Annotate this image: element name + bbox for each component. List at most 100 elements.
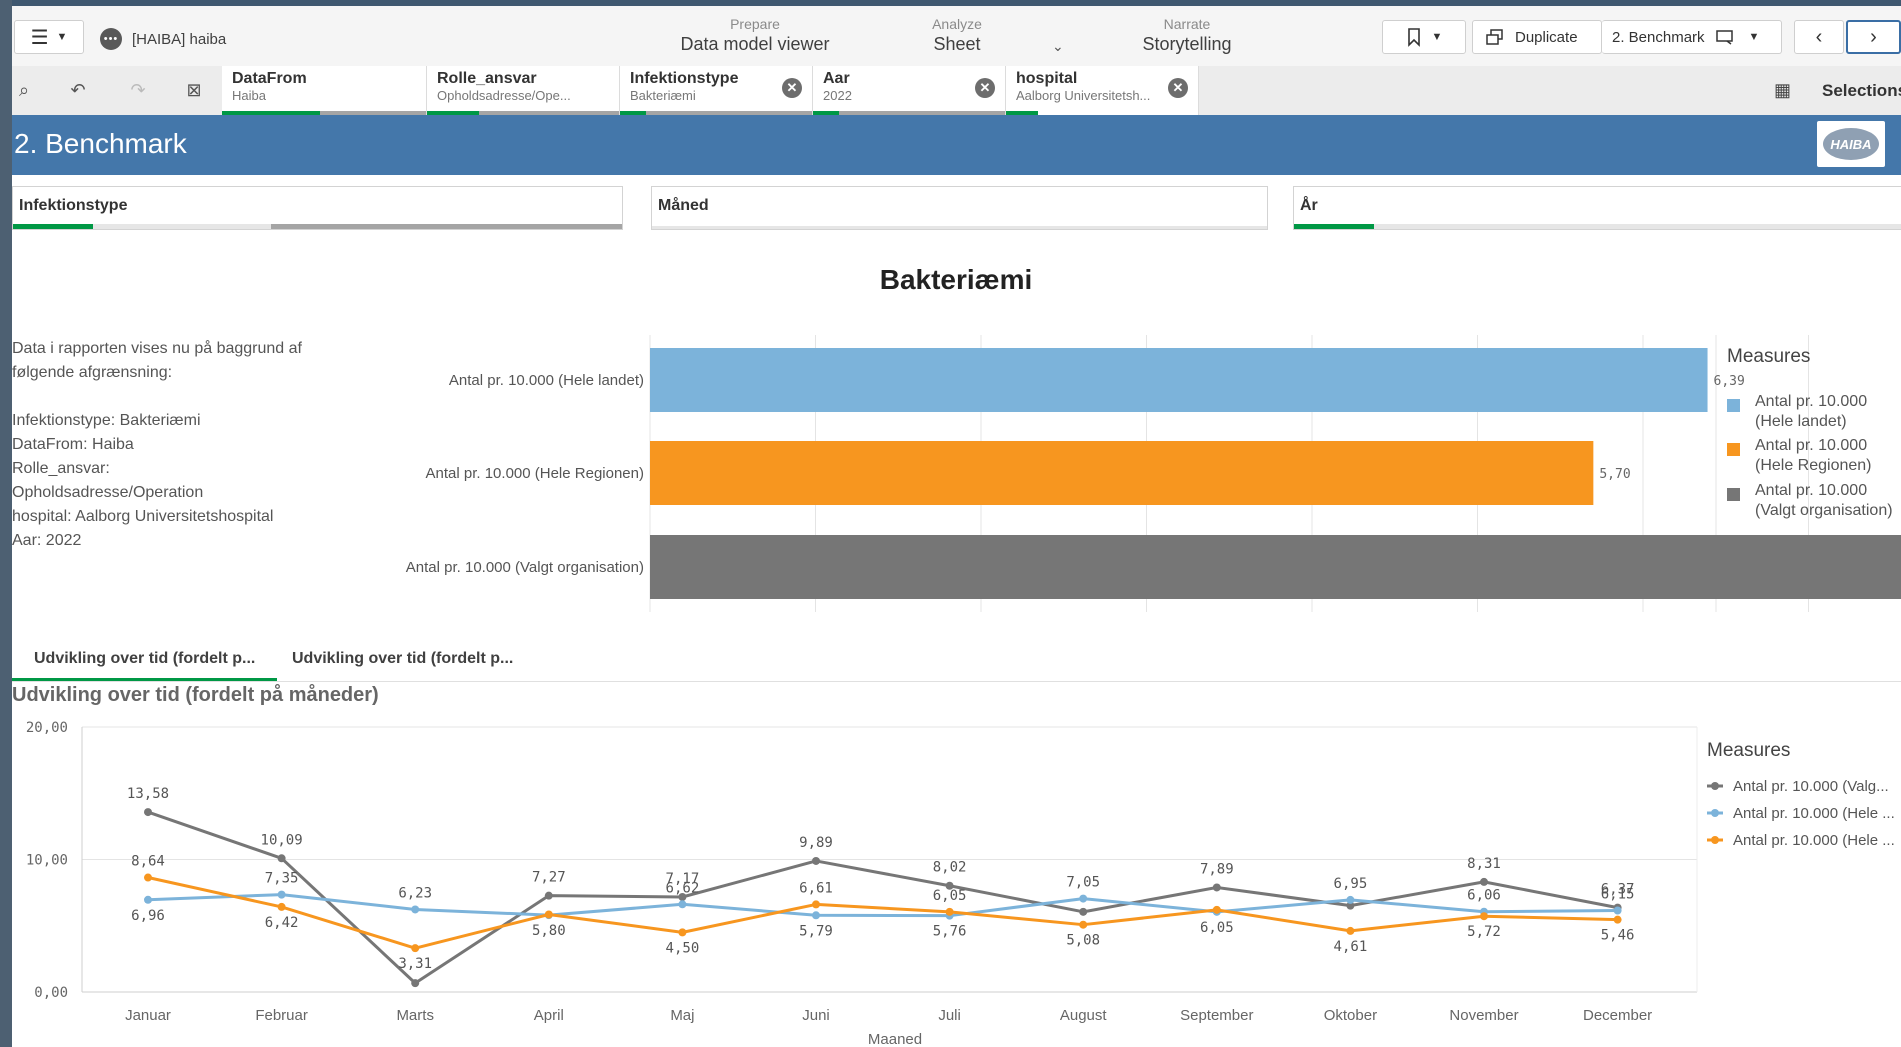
x-tick-label: September [1180,1007,1253,1024]
duplicate-icon [1486,29,1503,45]
series-point [1079,907,1088,916]
bar [650,535,1901,599]
menu-button[interactable]: ☰ ▼ [14,20,84,54]
selection-chip-hospital[interactable]: hospital Aalborg Universitetsh... ✕ [1006,66,1199,115]
chip-value: 2022 [823,88,852,103]
next-sheet-button[interactable]: › [1846,20,1901,54]
selection-chip-rolle-ansvar[interactable]: Rolle_ansvar Opholdsadresse/Ope... [427,66,620,115]
series-point [1480,912,1488,921]
filter-bar [1294,224,1901,229]
filter-label: År [1300,197,1318,214]
chip-value: Bakteriæmi [630,88,696,103]
bar-legend-title: Measures [1727,346,1810,367]
bar-value-label: 6,39 [1714,374,1745,389]
sheet-title: 2. Benchmark [14,128,187,159]
series-data-label: 6,95 [1334,876,1368,892]
y-tick-label: 10,00 [26,853,68,869]
haiba-logo: HAIBA [1817,121,1885,167]
bar-legend-label-line2: (Valgt organisation) [1755,502,1893,519]
app-icon: ••• [100,28,122,50]
bar-chart-title: Bakteriæmi [880,264,1033,295]
series-point [1212,905,1221,914]
selections-tool-label[interactable]: Selections [1822,81,1901,101]
chevron-down-icon: ▼ [1431,31,1443,43]
chip-title: Rolle_ansvar [437,70,537,87]
series-point [277,890,286,899]
filter-bar [13,224,622,229]
bar-legend-label: Antal pr. 10.000 [1755,393,1867,410]
x-tick-label: November [1449,1007,1518,1024]
selection-chip-datafrom[interactable]: DataFrom Haiba [222,66,427,115]
bookmark-icon [1407,28,1420,47]
series-data-label: 9,89 [799,835,833,851]
haiba-logo-text: HAIBA [1823,128,1879,160]
bar-legend-label: Antal pr. 10.000 [1755,482,1867,499]
sheet-selector-label: 2. Benchmark [1612,28,1705,46]
selections-grid-icon[interactable]: ▦ [1774,80,1791,101]
benchmark-bar-chart: Bakteriæmi Antal pr. 10.000 (Hele landet)… [406,264,1901,612]
nav-prepare[interactable]: Prepare Data model viewer [660,16,850,55]
x-tick-label: April [534,1007,564,1024]
series-data-label: 4,61 [1334,939,1368,955]
sheet-selector[interactable]: 2. Benchmark ▼ [1602,20,1782,54]
series-point [812,911,820,920]
smart-search-icon[interactable]: ⌕ [12,80,36,102]
chip-value: Opholdsadresse/Ope... [437,88,571,103]
series-point [544,891,553,900]
series-point [812,856,820,865]
app-title[interactable]: ••• [HAIBA] haiba [100,28,226,50]
series-point [1480,877,1488,886]
series-data-label: 6,96 [131,908,165,924]
bar-legend-label-line2: (Hele Regionen) [1755,457,1872,474]
remove-selection-icon[interactable]: ✕ [782,78,802,98]
clear-selections-icon[interactable]: ⊠ [182,80,206,102]
remove-selection-icon[interactable]: ✕ [975,78,995,98]
step-back-icon[interactable]: ↶ [66,80,90,102]
bar-legend-swatch [1727,443,1740,456]
tab-udvikling-maaneder[interactable]: Udvikling over tid (fordelt p... [12,637,278,681]
line-chart-title: Udvikling over tid (fordelt på måneder) [12,684,379,706]
app-title-label: [HAIBA] haiba [132,30,227,48]
series-point [411,944,420,953]
series-data-label: 6,23 [398,885,432,901]
main-toolbar: ☰ ▼ ••• [HAIBA] haiba Prepare Data model… [12,6,1901,69]
x-tick-label: Februar [255,1007,308,1024]
filter-infektionstype[interactable]: Infektionstype [12,186,623,230]
remove-selection-icon[interactable]: ✕ [1168,78,1188,98]
series-data-label: 13,58 [127,786,169,802]
series-data-label: 8,64 [131,854,165,870]
duplicate-label: Duplicate [1515,28,1578,46]
filter-bar [652,226,1267,229]
filter-label: Infektionstype [19,197,128,214]
previous-sheet-button[interactable]: ‹ [1794,20,1844,54]
series-point [1079,920,1088,929]
series-point [144,873,152,882]
tab-udvikling-other[interactable]: Udvikling over tid (fordelt p... [270,637,535,681]
bar-value-label: 5,70 [1599,467,1630,482]
series-data-label: 8,31 [1467,856,1501,872]
x-tick-label: August [1060,1007,1108,1024]
series-data-label: 6,61 [799,880,833,896]
y-tick-label: 20,00 [26,720,68,736]
filter-aar[interactable]: År [1293,186,1901,230]
selection-chip-aar[interactable]: Aar 2022 ✕ [813,66,1006,115]
chevron-down-icon: ▼ [56,31,68,43]
selection-chip-infektionstype[interactable]: Infektionstype Bakteriæmi ✕ [620,66,813,115]
filter-maaned[interactable]: Måned [651,186,1268,230]
series-point [1346,895,1355,904]
series-point [678,928,687,937]
nav-prepare-label: Data model viewer [680,34,830,54]
nav-analyze[interactable]: Analyze Sheet [862,16,1052,55]
bar-legend-swatch [1727,399,1740,412]
line-legend-title: Measures [1707,740,1790,761]
duplicate-button[interactable]: Duplicate [1472,20,1602,54]
chip-value: Aalborg Universitetsh... [1016,88,1151,103]
step-forward-icon: ↷ [130,80,146,100]
filter-label: Måned [658,197,709,214]
analyze-dropdown-icon[interactable]: ⌄ [1052,38,1064,55]
series-data-label: 6,62 [666,880,700,896]
bookmark-button[interactable]: ▼ [1382,20,1466,54]
qlik-app: ☰ ▼ ••• [HAIBA] haiba Prepare Data model… [12,0,1901,1047]
line-legend-label: Antal pr. 10.000 (Hele ... [1733,832,1895,849]
nav-narrate[interactable]: Narrate Storytelling [1092,16,1282,55]
